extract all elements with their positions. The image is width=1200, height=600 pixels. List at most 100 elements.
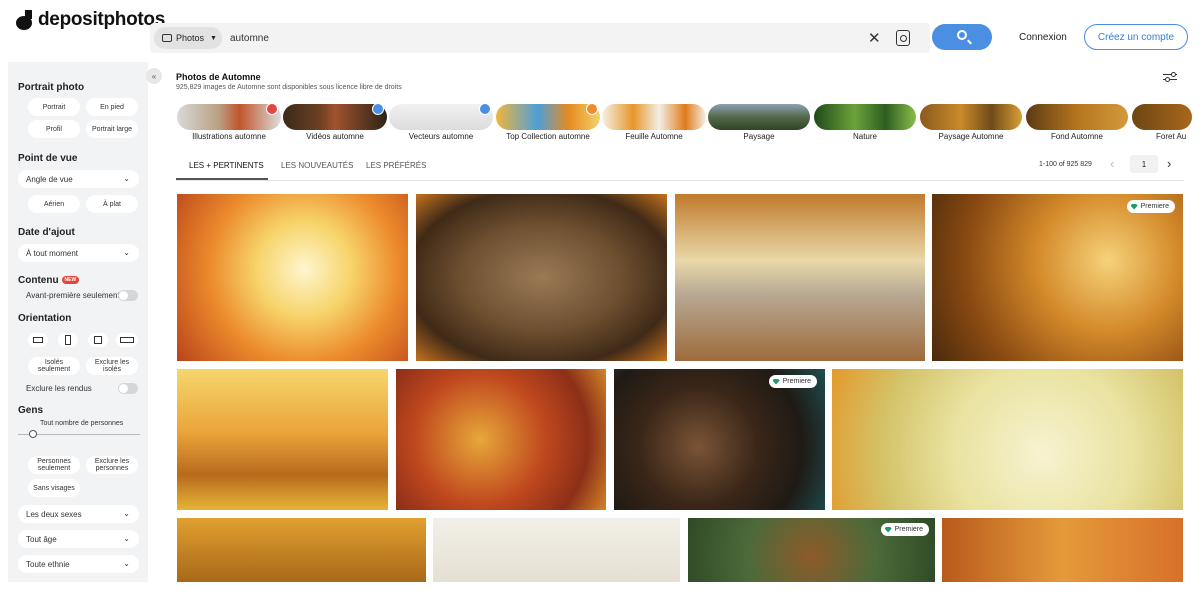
category-chip-nature[interactable]	[814, 104, 916, 130]
filter-aerial[interactable]: Aérien	[28, 195, 80, 213]
category-label: Top Collection automne	[506, 132, 590, 141]
panoramic-orientation-icon[interactable]	[116, 333, 138, 347]
result-image[interactable]: Premiere	[614, 369, 825, 510]
category-label: Vidéos automne	[306, 132, 364, 141]
page-number-input[interactable]: 1	[1130, 155, 1158, 173]
people-count-label: Tout nombre de personnes	[40, 420, 124, 427]
filter-wide-portrait[interactable]: Portrait large	[86, 120, 138, 138]
filter-full-length[interactable]: En pied	[86, 98, 138, 116]
pagination-range: 1-100 of 925 829	[1039, 161, 1092, 168]
category-chip-fond-automne[interactable]	[1026, 104, 1128, 130]
media-type-select[interactable]: Photos ▼	[154, 27, 222, 49]
category-label: Paysage	[743, 132, 775, 141]
people-slider-handle[interactable]	[29, 430, 37, 438]
exclude-renders-label: Exclure les rendus	[26, 384, 92, 393]
ethnicity-select-value: Toute ethnie	[26, 559, 70, 569]
preview-only-toggle[interactable]	[118, 290, 138, 301]
visual-search-icon[interactable]	[896, 30, 910, 46]
logo-text: depositphotos	[38, 9, 165, 30]
filter-flat[interactable]: À plat	[86, 195, 138, 213]
horizontal-orientation-icon[interactable]	[28, 333, 48, 347]
chevron-down-icon: ⌄	[123, 559, 130, 568]
chevron-down-icon: ⌄	[123, 534, 130, 543]
search-input[interactable]	[230, 27, 830, 49]
pov-heading: Point de vue	[18, 153, 78, 164]
exclude-renders-toggle[interactable]	[118, 383, 138, 394]
search-icon	[957, 30, 967, 40]
filter-profile[interactable]: Profil	[28, 120, 80, 138]
collapse-sidebar-icon[interactable]: «	[146, 68, 162, 84]
date-select[interactable]: À tout moment ⌄	[18, 244, 139, 262]
result-count: 925,829 images de Automne sont disponibl…	[176, 84, 402, 91]
content-heading: Contenu NEW	[18, 275, 80, 286]
preview-only-label: Avant-première seulement	[26, 291, 120, 300]
premiere-badge-label: Premiere	[782, 378, 811, 385]
category-chip-vectors[interactable]	[389, 104, 493, 130]
camera-icon	[162, 34, 172, 42]
result-image[interactable]	[832, 369, 1183, 510]
content-heading-text: Contenu	[18, 275, 59, 286]
orientation-heading: Orientation	[18, 313, 72, 324]
tab-favorites[interactable]: LES PRÉFÉRÉS	[366, 161, 426, 170]
people-heading: Gens	[18, 405, 44, 416]
gender-select[interactable]: Les deux sexes ⌄	[18, 505, 139, 523]
category-label: Fond Automne	[1050, 132, 1104, 141]
chevron-down-icon: ⌄	[123, 509, 130, 518]
filter-people-only[interactable]: Personnes seulement	[28, 456, 80, 474]
result-image[interactable]	[177, 369, 388, 510]
next-page-icon[interactable]: ›	[1167, 156, 1171, 171]
result-image[interactable]	[416, 194, 667, 361]
category-label: Vecteurs automne	[408, 132, 474, 141]
vector-badge-icon	[479, 103, 491, 115]
tab-newest[interactable]: LES NOUVEAUTÉS	[281, 161, 353, 170]
premiere-badge: Premiere	[1126, 200, 1175, 213]
premiere-gem-icon	[884, 526, 892, 533]
previous-page-icon[interactable]: ‹	[1110, 156, 1114, 171]
media-type-label: Photos	[176, 33, 205, 43]
filter-isolated-only[interactable]: Isolés seulement	[28, 357, 80, 375]
filter-portrait[interactable]: Portrait	[28, 98, 80, 116]
pov-select-value: Angle de vue	[26, 174, 73, 184]
result-image[interactable]	[675, 194, 925, 361]
result-image[interactable]: Premiere	[932, 194, 1183, 361]
clear-search-icon[interactable]: ✕	[868, 29, 881, 47]
category-chip-feuille-automne[interactable]	[602, 104, 706, 130]
category-chip-foret[interactable]	[1132, 104, 1192, 130]
result-image[interactable]	[177, 518, 426, 582]
category-label: Feuille Automne	[625, 132, 683, 141]
category-chip-paysage[interactable]	[708, 104, 810, 130]
filter-exclude-people[interactable]: Exclure les personnes	[86, 456, 138, 474]
signup-button[interactable]: Créez un compte	[1084, 24, 1188, 50]
result-image[interactable]	[942, 518, 1183, 582]
result-image[interactable]: Premiere	[688, 518, 935, 582]
square-orientation-icon[interactable]	[88, 333, 108, 347]
search-bar: Photos ▼ ✕	[150, 23, 930, 53]
logo-mark-icon	[16, 10, 34, 30]
result-image[interactable]	[396, 369, 606, 510]
search-button[interactable]	[932, 24, 992, 50]
chevron-down-icon: ⌄	[123, 174, 130, 183]
filter-no-faces[interactable]: Sans visages	[28, 479, 80, 497]
filter-settings-icon[interactable]	[1163, 70, 1177, 84]
logo[interactable]: depositphotos	[16, 9, 165, 31]
login-link[interactable]: Connexion	[1019, 32, 1067, 43]
vertical-orientation-icon[interactable]	[58, 333, 78, 347]
premiere-badge-label: Premiere	[894, 526, 923, 533]
filter-exclude-isolated[interactable]: Exclure les isolés	[86, 357, 138, 375]
age-select[interactable]: Tout âge ⌄	[18, 530, 139, 548]
date-heading: Date d'ajout	[18, 227, 75, 238]
new-badge: NEW	[61, 276, 80, 285]
pov-select[interactable]: Angle de vue ⌄	[18, 170, 139, 188]
result-image[interactable]	[177, 194, 408, 361]
category-chip-paysage-automne[interactable]	[920, 104, 1022, 130]
category-chip-top-collection[interactable]	[496, 104, 600, 130]
category-label: Foret Au	[1156, 132, 1187, 141]
premiere-badge: Premiere	[880, 523, 929, 536]
result-image[interactable]	[433, 518, 680, 582]
tab-most-relevant[interactable]: LES + PERTINENTS	[189, 161, 264, 170]
page-title: Photos de Automne	[176, 72, 261, 82]
caret-down-icon: ▼	[210, 34, 217, 42]
video-badge-icon	[372, 103, 384, 115]
ethnicity-select[interactable]: Toute ethnie ⌄	[18, 555, 139, 573]
premiere-badge-label: Premiere	[1140, 203, 1169, 210]
